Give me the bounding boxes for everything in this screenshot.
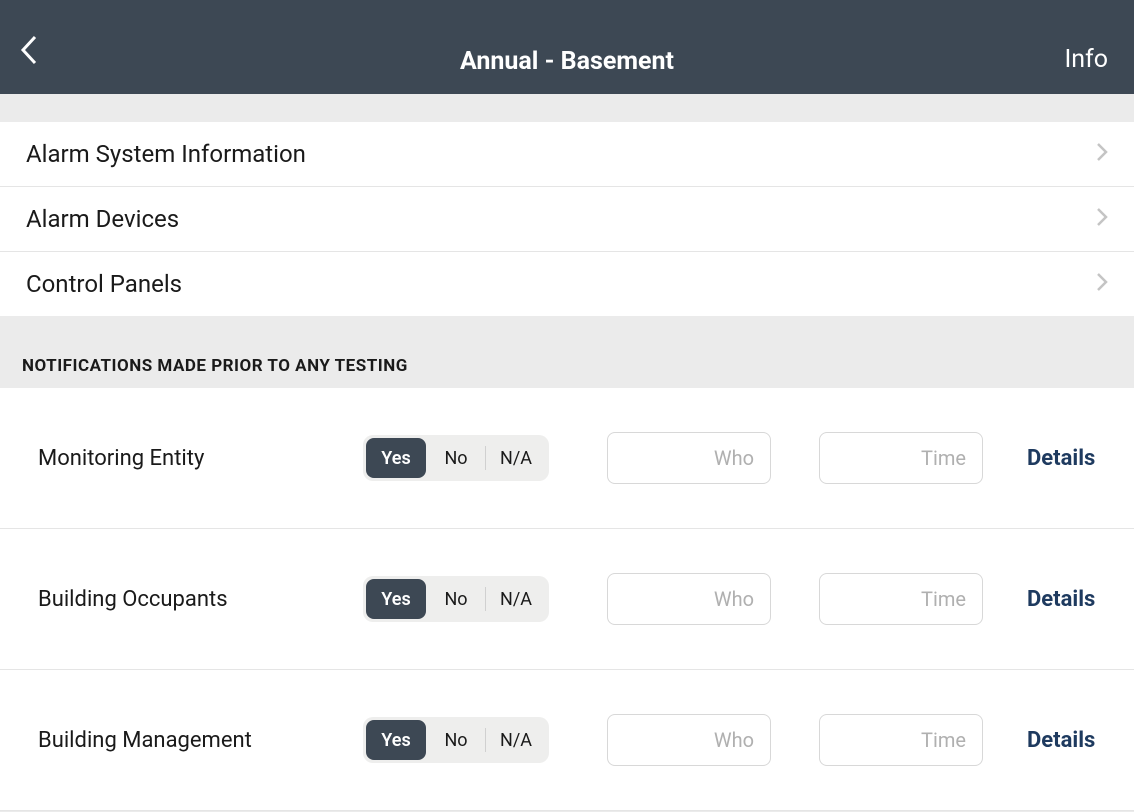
row-label: Building Occupants [38,587,343,612]
segment-no[interactable]: No [426,720,486,760]
segment-na[interactable]: N/A [486,579,546,619]
segment-yes[interactable]: Yes [366,720,426,760]
time-input[interactable] [819,573,983,625]
who-input[interactable] [607,573,771,625]
chevron-left-icon [18,34,40,66]
input-group [607,714,983,766]
segment-na[interactable]: N/A [486,720,546,760]
yes-no-na-segment: Yes No N/A [363,576,549,622]
spacer [0,94,1134,122]
chevron-right-icon [1096,207,1108,231]
nav-label: Alarm Devices [26,205,179,233]
notification-row-monitoring-entity: Monitoring Entity Yes No N/A Details [0,388,1134,529]
nav-item-alarm-devices[interactable]: Alarm Devices [0,187,1134,252]
header: Annual - Basement Info [0,0,1134,94]
details-link[interactable]: Details [1027,728,1095,753]
details-link[interactable]: Details [1027,587,1095,612]
nav-list: Alarm System Information Alarm Devices C… [0,122,1134,316]
time-input[interactable] [819,432,983,484]
section-header: NOTIFICATIONS MADE PRIOR TO ANY TESTING [0,316,1134,388]
nav-item-alarm-system-information[interactable]: Alarm System Information [0,122,1134,187]
section-title: NOTIFICATIONS MADE PRIOR TO ANY TESTING [22,356,1112,376]
segment-na[interactable]: N/A [486,438,546,478]
row-label: Monitoring Entity [38,446,343,471]
segment-no[interactable]: No [426,579,486,619]
input-group [607,432,983,484]
chevron-right-icon [1096,272,1108,296]
segment-yes[interactable]: Yes [366,579,426,619]
segment-yes[interactable]: Yes [366,438,426,478]
nav-item-control-panels[interactable]: Control Panels [0,252,1134,316]
nav-label: Alarm System Information [26,140,306,168]
row-label: Building Management [38,728,343,753]
time-input[interactable] [819,714,983,766]
notification-row-building-management: Building Management Yes No N/A Details [0,670,1134,811]
who-input[interactable] [607,432,771,484]
details-link[interactable]: Details [1027,446,1095,471]
notification-row-building-occupants: Building Occupants Yes No N/A Details [0,529,1134,670]
input-group [607,573,983,625]
nav-label: Control Panels [26,270,182,298]
chevron-right-icon [1096,142,1108,166]
segment-no[interactable]: No [426,438,486,478]
yes-no-na-segment: Yes No N/A [363,435,549,481]
info-button[interactable]: Info [1064,45,1108,74]
who-input[interactable] [607,714,771,766]
page-title: Annual - Basement [0,47,1134,76]
notifications-form: Monitoring Entity Yes No N/A Details Bui… [0,388,1134,811]
back-button[interactable] [18,34,40,70]
yes-no-na-segment: Yes No N/A [363,717,549,763]
